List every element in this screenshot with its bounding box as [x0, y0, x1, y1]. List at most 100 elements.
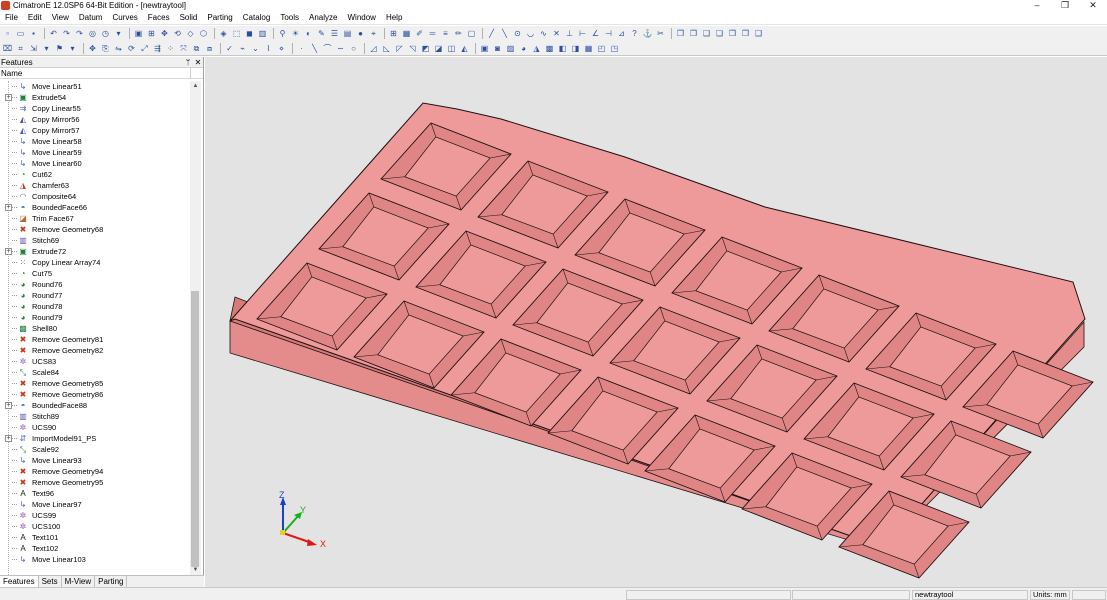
feature-tree-item[interactable]: ▥ Stitch89 — [0, 411, 190, 422]
face-offset-icon[interactable]: ◺ — [381, 43, 392, 54]
circle-tool-icon[interactable]: ⊙ — [512, 28, 523, 39]
feature-tree-item[interactable]: ▩ Shell80 — [0, 323, 190, 334]
wireframe-icon[interactable]: ⬚ — [231, 28, 242, 39]
feature-tree-item[interactable]: ◮ Chamfer63 — [0, 180, 190, 191]
brush-icon[interactable]: ✏ — [453, 28, 464, 39]
attach-icon[interactable]: ⚓ — [642, 28, 653, 39]
group-icon[interactable]: ⧉ — [191, 43, 202, 54]
show-hide-icon[interactable]: ◐ — [303, 28, 314, 39]
feature-tree-item[interactable]: + ⇵ ImportModel91_PS — [0, 433, 190, 444]
arc-icon[interactable]: ⌒ — [322, 43, 333, 54]
rotate-entity-icon[interactable]: ⟳ — [126, 43, 137, 54]
feature-tree-item[interactable]: + ▣ Extrude72 — [0, 246, 190, 257]
select-mode-icon[interactable]: ⌗ — [15, 43, 26, 54]
sketch-edit-icon[interactable]: ⌁ — [237, 43, 248, 54]
sketch-check-icon[interactable]: ⌄ — [250, 43, 261, 54]
face-icon[interactable]: ◿ — [368, 43, 379, 54]
pick-icon[interactable]: ⇲ — [28, 43, 39, 54]
menu-analyze[interactable]: Analyze — [304, 11, 342, 25]
cube-view-5-icon[interactable]: ❒ — [727, 28, 738, 39]
render-mode-icon[interactable]: ◈ — [218, 28, 229, 39]
feature-tree-item[interactable]: ⇉ Copy Linear55 — [0, 103, 190, 114]
measure-icon[interactable]: ⊢ — [577, 28, 588, 39]
restore-button[interactable]: ❐ — [1051, 0, 1079, 11]
cube-view-3-icon[interactable]: ❑ — [701, 28, 712, 39]
open-file-icon[interactable]: ▭ — [15, 28, 26, 39]
layers-icon[interactable]: ☰ — [329, 28, 340, 39]
line-style-icon[interactable]: ═ — [427, 28, 438, 39]
pick-dropdown-icon[interactable]: ▾ — [41, 43, 52, 54]
curve-tool-icon[interactable]: ∿ — [538, 28, 549, 39]
name-column-header[interactable]: Name — [0, 68, 203, 79]
expand-node-icon[interactable]: + — [5, 435, 12, 442]
delete-curve-icon[interactable]: ✕ — [551, 28, 562, 39]
column-divider[interactable] — [190, 68, 191, 79]
face-extend-icon[interactable]: ◸ — [394, 43, 405, 54]
feature-tree-item[interactable]: ✖ Remove Geometry68 — [0, 224, 190, 235]
section-icon[interactable]: ▥ — [257, 28, 268, 39]
line-tool-icon[interactable]: ╱ — [486, 28, 497, 39]
feature-tree-item[interactable]: ⤡ Scale92 — [0, 444, 190, 455]
feature-tree-item[interactable]: ◭ Copy Mirror56 — [0, 114, 190, 125]
offset-icon[interactable]: ⊣ — [603, 28, 614, 39]
feature-tree-item[interactable]: ✲ UCS83 — [0, 356, 190, 367]
sketch-close-icon[interactable]: ⋄ — [276, 43, 287, 54]
zoom-window-icon[interactable]: ⊞ — [146, 28, 157, 39]
align-icon[interactable]: ⇶ — [152, 43, 163, 54]
pin-icon[interactable]: ✎ — [316, 28, 327, 39]
menu-solid[interactable]: Solid — [175, 11, 203, 25]
view-iso-icon[interactable]: ⬡ — [198, 28, 209, 39]
filter-icon[interactable]: ⚲ — [277, 28, 288, 39]
cube-view-1-icon[interactable]: ❒ — [675, 28, 686, 39]
scroll-down-arrow-icon[interactable]: ▼ — [190, 565, 201, 575]
feature-tree-item[interactable]: ✲ UCS99 — [0, 510, 190, 521]
move-icon[interactable]: ✥ — [87, 43, 98, 54]
project-icon[interactable]: ⊿ — [616, 28, 627, 39]
feature-tree-item[interactable]: ◔ Cut75 — [0, 268, 190, 279]
sketch-icon[interactable]: ✓ — [224, 43, 235, 54]
feature-tree-item[interactable]: ↳ Move Linear58 — [0, 136, 190, 147]
menu-help[interactable]: Help — [381, 11, 407, 25]
rotate-icon[interactable]: ⟲ — [172, 28, 183, 39]
query-icon[interactable]: ? — [629, 28, 640, 39]
face-drape-icon[interactable]: ◭ — [459, 43, 470, 54]
zoom-all-icon[interactable]: ▣ — [133, 28, 144, 39]
table-icon[interactable]: ▦ — [401, 28, 412, 39]
feature-tree-item[interactable]: ✖ Remove Geometry81 — [0, 334, 190, 345]
shell-tool-icon[interactable]: ▩ — [544, 43, 555, 54]
ungroup-icon[interactable]: ⧈ — [204, 43, 215, 54]
expand-node-icon[interactable]: + — [5, 248, 12, 255]
mirror-icon[interactable]: ⇋ — [113, 43, 124, 54]
point-icon[interactable]: · — [296, 43, 307, 54]
edit-icon[interactable]: ✂ — [655, 28, 666, 39]
feature-tree-item[interactable]: + ▣ Extrude54 — [0, 92, 190, 103]
arc-tool-icon[interactable]: ◡ — [525, 28, 536, 39]
pan-icon[interactable]: ✥ — [159, 28, 170, 39]
sets-icon[interactable]: ▤ — [342, 28, 353, 39]
paint-icon[interactable]: ✐ — [414, 28, 425, 39]
tab-sets[interactable]: Sets — [39, 576, 62, 587]
feature-tree-item[interactable]: ✖ Remove Geometry82 — [0, 345, 190, 356]
menu-faces[interactable]: Faces — [143, 11, 175, 25]
grid-icon[interactable]: ⊞ — [388, 28, 399, 39]
box-select-icon[interactable]: ▢ — [466, 28, 477, 39]
transform-icon[interactable]: ⤧ — [178, 43, 189, 54]
stitch-tool-icon[interactable]: ▦ — [583, 43, 594, 54]
filter-dropdown-icon[interactable]: ▾ — [67, 43, 78, 54]
line-icon[interactable]: ╲ — [309, 43, 320, 54]
preview-icon[interactable]: ◎ — [87, 28, 98, 39]
cube-view-2-icon[interactable]: ❐ — [688, 28, 699, 39]
feature-tree-item[interactable]: ◔ Cut62 — [0, 169, 190, 180]
face-blend-icon[interactable]: ◩ — [420, 43, 431, 54]
feature-tree-item[interactable]: ⁙ Copy Linear Array74 — [0, 257, 190, 268]
save-icon[interactable]: ▪ — [28, 28, 39, 39]
cube-view-4-icon[interactable]: ❏ — [714, 28, 725, 39]
select-icon[interactable]: ⌧ — [2, 43, 13, 54]
point-tool-icon[interactable]: ╲ — [499, 28, 510, 39]
feature-tree-item[interactable]: A Text102 — [0, 543, 190, 554]
feature-tree-item[interactable]: ↳ Move Linear103 — [0, 554, 190, 565]
feature-tree-item[interactable]: ✖ Remove Geometry86 — [0, 389, 190, 400]
expand-node-icon[interactable]: + — [5, 94, 12, 101]
dimension-icon[interactable]: ⊥ — [564, 28, 575, 39]
menu-tools[interactable]: Tools — [275, 11, 304, 25]
